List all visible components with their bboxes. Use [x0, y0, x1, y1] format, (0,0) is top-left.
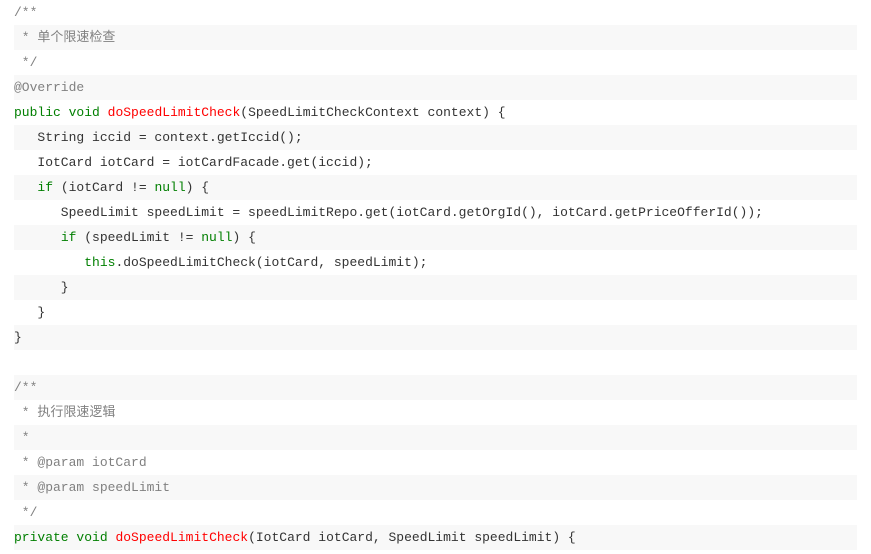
token-plain: SpeedLimit speedLimit = speedLimitRepo.g… [14, 205, 763, 220]
token-comment: * @param speedLimit [14, 480, 170, 495]
token-plain: String iccid = context.getIccid(); [14, 130, 303, 145]
code-line: * 执行限速逻辑 [14, 400, 857, 425]
token-comment: /** [14, 5, 37, 20]
token-comment: */ [14, 55, 37, 70]
token-comment: * 单个限速检查 [14, 30, 115, 45]
code-line: * [14, 425, 857, 450]
code-line: * @param speedLimit [14, 475, 857, 500]
token-plain: (iotCard != [53, 180, 154, 195]
code-line: * 单个限速检查 [14, 25, 857, 50]
code-line: IotCard iotCard = iotCardFacade.get(icci… [14, 150, 857, 175]
token-plain: } [14, 330, 22, 345]
token-keyword: this [84, 255, 115, 270]
code-line [14, 350, 857, 375]
token-comment: * [14, 430, 30, 445]
code-line: */ [14, 50, 857, 75]
token-plain: } [14, 280, 69, 295]
token-keyword: private [14, 530, 69, 545]
token-plain [100, 105, 108, 120]
token-plain: IotCard iotCard = iotCardFacade.get(icci… [14, 155, 373, 170]
token-plain: .doSpeedLimitCheck(iotCard, speedLimit); [115, 255, 427, 270]
token-method-name: doSpeedLimitCheck [115, 530, 248, 545]
code-line: @Override [14, 75, 857, 100]
token-keyword: if [61, 230, 77, 245]
token-comment: */ [14, 505, 37, 520]
code-line: SpeedLimit speedLimit = speedLimitRepo.g… [14, 200, 857, 225]
token-comment: * @param iotCard [14, 455, 147, 470]
code-line: String iccid = context.getIccid(); [14, 125, 857, 150]
token-keyword: public [14, 105, 61, 120]
token-comment: /** [14, 380, 37, 395]
token-keyword: void [69, 105, 100, 120]
token-plain [14, 255, 84, 270]
code-line: /** [14, 375, 857, 400]
code-block: /** * 单个限速检查 */ @Override public void doSp… [0, 0, 871, 550]
code-line: } [14, 275, 857, 300]
code-line: if (speedLimit != null) { [14, 225, 857, 250]
token-plain [14, 180, 37, 195]
token-keyword: void [76, 530, 107, 545]
token-method-name: doSpeedLimitCheck [108, 105, 241, 120]
token-comment: * 执行限速逻辑 [14, 405, 115, 420]
code-line: /** [14, 0, 857, 25]
code-line: */ [14, 500, 857, 525]
code-line: * @param iotCard [14, 450, 857, 475]
code-line: private void doSpeedLimitCheck(IotCard i… [14, 525, 857, 550]
token-keyword: null [201, 230, 232, 245]
code-line: this.doSpeedLimitCheck(iotCard, speedLim… [14, 250, 857, 275]
token-plain: (SpeedLimitCheckContext context) { [240, 105, 505, 120]
token-plain: (speedLimit != [76, 230, 201, 245]
code-line: if (iotCard != null) { [14, 175, 857, 200]
token-plain: ) { [186, 180, 209, 195]
token-plain [61, 105, 69, 120]
token-plain [14, 230, 61, 245]
token-plain: ) { [232, 230, 255, 245]
token-keyword: if [37, 180, 53, 195]
token-keyword: null [154, 180, 185, 195]
token-plain: (IotCard iotCard, SpeedLimit speedLimit)… [248, 530, 576, 545]
token-plain: } [14, 305, 45, 320]
code-line: public void doSpeedLimitCheck(SpeedLimit… [14, 100, 857, 125]
token-annotation: @Override [14, 80, 84, 95]
code-line: } [14, 325, 857, 350]
token-plain [14, 355, 22, 370]
code-line: } [14, 300, 857, 325]
